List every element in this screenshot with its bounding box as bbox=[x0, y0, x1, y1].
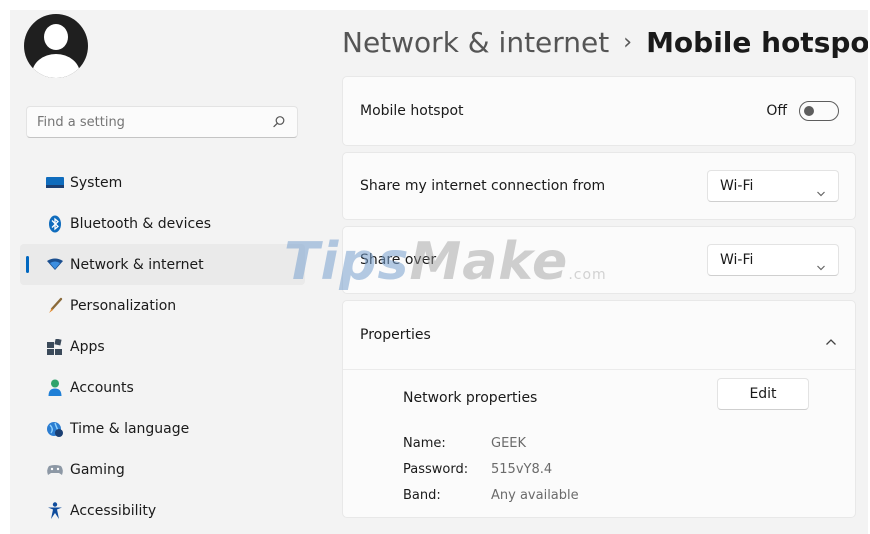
mobile-hotspot-label: Mobile hotspot bbox=[360, 103, 464, 119]
sidebar-item-time-language[interactable]: Time & language bbox=[20, 408, 305, 449]
search-icon[interactable] bbox=[271, 114, 287, 130]
password-key: Password: bbox=[403, 462, 469, 477]
person-icon bbox=[46, 379, 64, 397]
toggle-knob bbox=[804, 106, 814, 116]
sidebar-item-label: Time & language bbox=[70, 420, 190, 437]
share-over-dropdown[interactable]: Wi-Fi bbox=[707, 244, 839, 276]
wifi-icon bbox=[46, 256, 64, 274]
sidebar-item-gaming[interactable]: Gaming bbox=[20, 449, 305, 490]
share-over-label: Share over bbox=[360, 252, 437, 268]
mobile-hotspot-toggle[interactable] bbox=[799, 101, 839, 121]
sidebar-item-personalization[interactable]: Personalization bbox=[20, 285, 305, 326]
sidebar-item-label: Accounts bbox=[70, 379, 134, 396]
name-value: GEEK bbox=[491, 436, 527, 451]
apps-icon bbox=[46, 338, 64, 356]
sidebar-item-accounts[interactable]: Accounts bbox=[20, 367, 305, 408]
avatar-head bbox=[44, 24, 68, 50]
properties-card: Properties Network properties Edit Name:… bbox=[342, 300, 856, 518]
chevron-down-icon bbox=[816, 183, 826, 197]
mobile-hotspot-card: Mobile hotspot Off bbox=[342, 76, 856, 146]
sidebar-item-label: Network & internet bbox=[70, 256, 204, 273]
settings-window: System Bluetooth & devices Network & int… bbox=[10, 10, 868, 534]
sidebar-item-label: Accessibility bbox=[70, 502, 157, 519]
share-from-label: Share my internet connection from bbox=[360, 178, 606, 194]
mobile-hotspot-toggle-group: Off bbox=[766, 101, 839, 121]
sidebar-item-label: Personalization bbox=[70, 297, 177, 314]
password-value: 515vY8.4 bbox=[491, 462, 553, 477]
sidebar-item-system[interactable]: System bbox=[20, 162, 305, 203]
monitor-icon bbox=[46, 174, 64, 192]
chevron-down-icon bbox=[816, 257, 826, 271]
network-properties-label: Network properties bbox=[403, 390, 538, 406]
edit-button[interactable]: Edit bbox=[717, 378, 809, 410]
properties-label: Properties bbox=[360, 327, 431, 343]
properties-content: Network properties Edit Name: GEEK Passw… bbox=[343, 370, 855, 518]
page-title: Mobile hotspot bbox=[646, 25, 868, 59]
globe-clock-icon bbox=[46, 420, 64, 438]
search-box[interactable] bbox=[26, 106, 298, 138]
breadcrumb-separator: › bbox=[623, 29, 633, 55]
breadcrumb: Network & internet › Mobile hotspot bbox=[342, 22, 868, 62]
accessibility-icon bbox=[46, 502, 64, 520]
properties-header[interactable]: Properties bbox=[343, 301, 855, 369]
toggle-state-text: Off bbox=[766, 103, 787, 119]
avatar-body bbox=[32, 54, 80, 78]
sidebar-item-apps[interactable]: Apps bbox=[20, 326, 305, 367]
bluetooth-icon bbox=[46, 215, 64, 233]
sidebar-item-label: Gaming bbox=[70, 461, 125, 478]
chevron-up-icon bbox=[825, 331, 837, 350]
band-key: Band: bbox=[403, 488, 441, 503]
brush-icon bbox=[46, 297, 64, 315]
sidebar-item-network[interactable]: Network & internet bbox=[20, 244, 305, 285]
sidebar-item-label: System bbox=[70, 174, 123, 191]
share-from-card: Share my internet connection from Wi-Fi bbox=[342, 152, 856, 220]
sidebar-nav: System Bluetooth & devices Network & int… bbox=[20, 162, 305, 531]
sidebar-item-label: Apps bbox=[70, 338, 105, 355]
user-avatar[interactable] bbox=[24, 14, 88, 78]
sidebar-item-label: Bluetooth & devices bbox=[70, 215, 212, 232]
band-value: Any available bbox=[491, 488, 579, 503]
sidebar-item-bluetooth[interactable]: Bluetooth & devices bbox=[20, 203, 305, 244]
share-over-value: Wi-Fi bbox=[720, 252, 754, 268]
name-key: Name: bbox=[403, 436, 446, 451]
gamepad-icon bbox=[46, 461, 64, 479]
breadcrumb-parent[interactable]: Network & internet bbox=[342, 26, 609, 59]
sidebar-item-accessibility[interactable]: Accessibility bbox=[20, 490, 305, 531]
share-over-card: Share over Wi-Fi bbox=[342, 226, 856, 294]
share-from-dropdown[interactable]: Wi-Fi bbox=[707, 170, 839, 202]
share-from-value: Wi-Fi bbox=[720, 178, 754, 194]
search-input[interactable] bbox=[27, 107, 287, 137]
